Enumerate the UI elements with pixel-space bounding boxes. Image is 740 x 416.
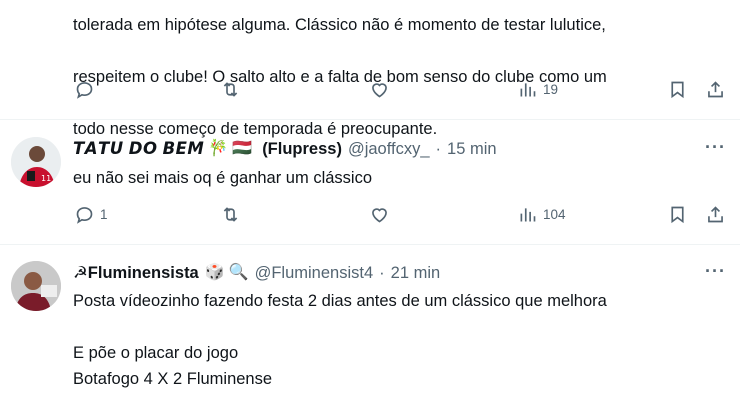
display-name[interactable]: 𝙏𝘼𝙏𝙐 𝘿𝙊 𝘽𝙀𝙈 <box>73 139 204 159</box>
separator: · <box>379 263 385 282</box>
flag-emoji: 🇭🇺 <box>232 140 253 157</box>
display-name[interactable]: Fluminensista <box>88 264 199 283</box>
tweet-3-header: ☭ Fluminensista 🎲 🔍 @Fluminensist4 · 21 … <box>73 263 440 283</box>
dice-emoji: 🎲 <box>204 264 225 281</box>
tweet-1[interactable]: tolerada em hipótese alguma. Clássico nã… <box>0 0 740 138</box>
like-button[interactable] <box>369 204 390 225</box>
separator: · <box>435 139 442 158</box>
reply-bubble-icon <box>76 207 93 224</box>
bookmark-icon <box>671 81 684 99</box>
heart-icon <box>372 208 387 223</box>
bar-chart-icon <box>520 83 536 97</box>
like-button[interactable] <box>369 79 390 100</box>
view-count: 19 <box>543 82 559 97</box>
timestamp[interactable]: 21 min <box>391 264 441 283</box>
tweet-2[interactable]: 11 𝙏𝘼𝙏𝙐 𝘿𝙊 𝘽𝙀𝙈 🎋 🇭🇺 (Flupress) @jaoffcxy… <box>0 120 740 244</box>
timestamp[interactable]: 15 min <box>447 140 497 159</box>
avatar[interactable]: 11 <box>11 137 61 187</box>
share-icon <box>708 206 723 223</box>
view-count: 104 <box>543 207 566 222</box>
svg-text:11: 11 <box>41 174 51 183</box>
heart-icon <box>372 83 387 98</box>
more-horizontal-icon[interactable]: ··· <box>705 261 726 282</box>
bookmark-icon <box>671 206 684 224</box>
retweet-icon <box>223 82 238 97</box>
tweet-1-actions: 19 <box>0 79 740 105</box>
reply-button[interactable]: 1 <box>74 204 108 225</box>
bookmark-button[interactable] <box>667 204 688 225</box>
bar-chart-icon <box>520 208 536 222</box>
leaf-emoji: 🎋 <box>208 140 229 157</box>
reply-count: 1 <box>100 207 108 222</box>
retweet-button[interactable] <box>220 204 241 225</box>
avatar[interactable] <box>11 261 61 311</box>
retweet-icon <box>223 207 238 222</box>
retweet-button[interactable] <box>220 79 241 100</box>
reply-bubble-icon <box>76 82 93 99</box>
tweet-3[interactable]: ☭ Fluminensista 🎲 🔍 @Fluminensist4 · 21 … <box>0 245 740 416</box>
affiliation: (Flupress) <box>262 139 342 158</box>
avatar-image: 11 <box>11 137 61 187</box>
tweet-1-line: tolerada em hipótese alguma. Clássico nã… <box>73 16 606 34</box>
tweet-2-text: eu não sei mais oq é ganhar um clássico <box>73 169 372 187</box>
magnifier-emoji: 🔍 <box>228 264 249 281</box>
prefix-emoji: ☭ <box>73 264 88 282</box>
handle[interactable]: @Fluminensist4 <box>255 264 374 283</box>
reply-button[interactable] <box>74 79 100 100</box>
avatar-image <box>11 261 61 311</box>
tweet-3-text: Posta vídeozinho fazendo festa 2 dias an… <box>73 292 607 388</box>
views-button[interactable]: 19 <box>517 79 558 100</box>
bookmark-button[interactable] <box>667 79 688 100</box>
handle[interactable]: @jaoffcxy_ <box>348 140 430 159</box>
share-button[interactable] <box>705 204 726 225</box>
more-horizontal-icon[interactable]: ··· <box>705 137 726 158</box>
share-button[interactable] <box>705 79 726 100</box>
tweet-2-actions: 1 104 <box>0 204 740 230</box>
share-icon <box>708 81 723 98</box>
views-button[interactable]: 104 <box>517 204 566 225</box>
tweet-2-header: 𝙏𝘼𝙏𝙐 𝘿𝙊 𝘽𝙀𝙈 🎋 🇭🇺 (Flupress) @jaoffcxy_ ·… <box>73 139 497 159</box>
